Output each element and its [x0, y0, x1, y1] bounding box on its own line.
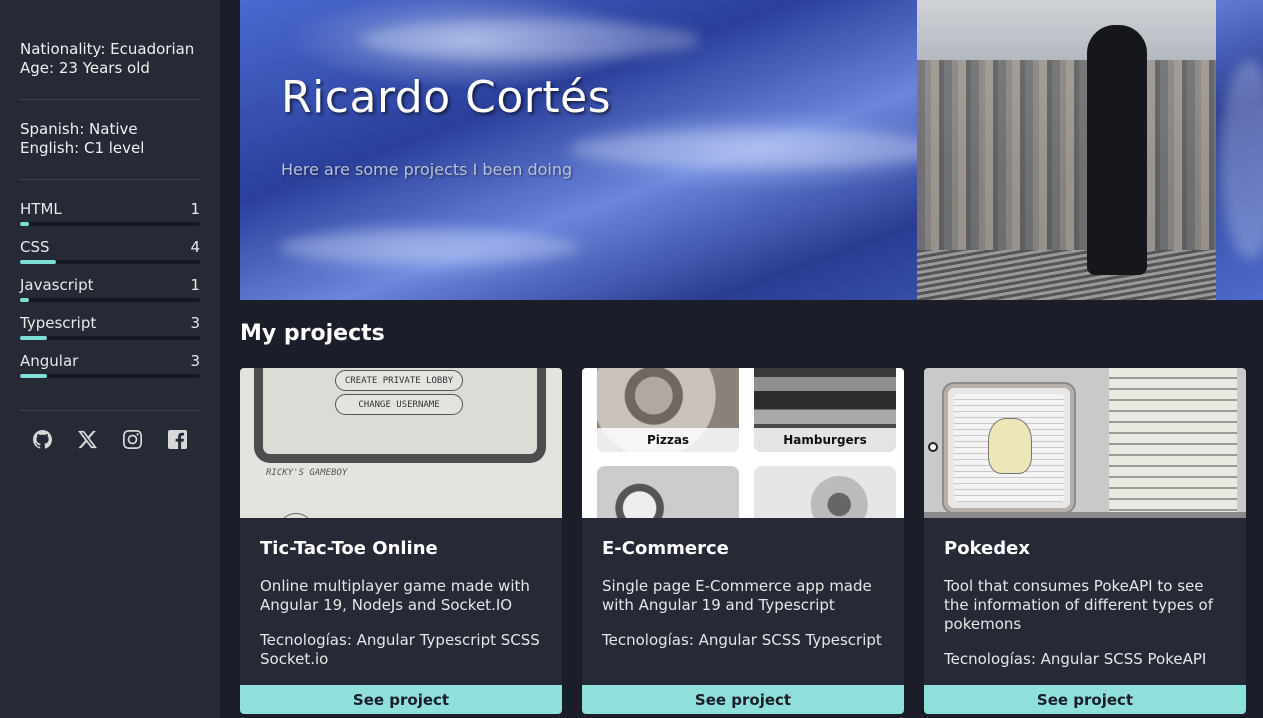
project-card-tic-tac-toe: CREATE PRIVATE LOBBY CHANGE USERNAME RIC…	[240, 368, 562, 714]
personal-info: Nationality: Ecuadorian Age: 23 Years ol…	[20, 40, 200, 78]
skill-bar-fill	[20, 336, 47, 340]
skill-level: 3	[190, 314, 200, 332]
hero-streak	[280, 230, 580, 264]
skill-bar	[20, 336, 200, 340]
food-tile-drinks	[754, 466, 896, 518]
food-tile-label: Hamburgers	[754, 428, 896, 452]
x-icon[interactable]	[78, 430, 97, 449]
hero-subtitle: Here are some projects I been doing	[281, 160, 573, 179]
project-thumbnail	[924, 368, 1246, 518]
skill-name: CSS	[20, 238, 50, 256]
project-card-pokedex: Pokedex Tool that consumes PokeAPI to se…	[924, 368, 1246, 714]
skill-level: 1	[190, 200, 200, 218]
project-title: Tic-Tac-Toe Online	[260, 538, 438, 559]
thumb-bottom-strip	[924, 512, 1246, 518]
skill-item-angular: Angular 3	[20, 352, 200, 390]
skill-bar	[20, 222, 200, 226]
pokemon-list	[1109, 368, 1237, 518]
skill-name: Typescript	[20, 314, 97, 332]
project-title: E-Commerce	[602, 538, 729, 559]
photo-city	[917, 60, 1216, 260]
thumb-create-lobby-button: CREATE PRIVATE LOBBY	[335, 370, 463, 391]
project-thumbnail: CREATE PRIVATE LOBBY CHANGE USERNAME RIC…	[240, 368, 562, 518]
social-links	[20, 430, 200, 449]
thumb-change-username-button: CHANGE USERNAME	[335, 394, 463, 415]
food-tile-label: Pizzas	[597, 428, 739, 452]
photo-person	[1087, 25, 1147, 275]
skill-item-typescript: Typescript 3	[20, 314, 200, 352]
dessert-image	[597, 466, 739, 518]
github-icon[interactable]	[33, 430, 52, 449]
skill-name: Angular	[20, 352, 79, 370]
age-text: Age: 23 Years old	[20, 59, 150, 77]
languages-info: Spanish: Native English: C1 level	[20, 120, 200, 158]
divider	[20, 410, 200, 411]
skill-bar-fill	[20, 374, 47, 378]
skill-bar	[20, 298, 200, 302]
hero-streak	[360, 20, 700, 60]
project-description: Tool that consumes PokeAPI to see the in…	[944, 577, 1213, 633]
projects-title: My projects	[240, 321, 385, 346]
see-project-button[interactable]: See project	[924, 685, 1246, 714]
gameboy-label: RICKY'S GAMEBOY	[266, 468, 348, 478]
skills-list: HTML 1 CSS 4 Javascript 1 Typescript 3 A…	[20, 200, 200, 390]
skill-item-javascript: Javascript 1	[20, 276, 200, 314]
skill-name: HTML	[20, 200, 62, 218]
skill-bar-fill	[20, 260, 56, 264]
project-thumbnail: Pizzas Hamburgers	[582, 368, 904, 518]
project-technologies: Tecnologías: Angular SCSS Typescript	[602, 631, 882, 649]
project-description: Online multiplayer game made with Angula…	[260, 577, 530, 614]
see-project-button[interactable]: See project	[240, 685, 562, 714]
skill-level: 4	[190, 238, 200, 256]
language-english: English: C1 level	[20, 139, 145, 157]
project-title: Pokedex	[944, 538, 1030, 559]
skill-level: 1	[190, 276, 200, 294]
photo-floor	[917, 250, 1216, 300]
skill-bar-fill	[20, 298, 29, 302]
profile-photo	[917, 0, 1216, 300]
hero-name: Ricardo Cortés	[281, 72, 612, 123]
food-tile-desserts	[597, 466, 739, 518]
skill-item-html: HTML 1	[20, 200, 200, 238]
divider	[20, 99, 200, 100]
skill-item-css: CSS 4	[20, 238, 200, 276]
instagram-icon[interactable]	[123, 430, 142, 449]
skill-bar	[20, 374, 200, 378]
facebook-icon[interactable]	[168, 430, 187, 449]
gameboy-dpad	[278, 513, 314, 518]
project-card-ecommerce: Pizzas Hamburgers E-Commerce Single page…	[582, 368, 904, 714]
sidebar: Nationality: Ecuadorian Age: 23 Years ol…	[0, 0, 220, 718]
see-project-button[interactable]: See project	[582, 685, 904, 714]
hero-streak	[1220, 60, 1263, 260]
food-tile-pizzas: Pizzas	[597, 368, 739, 452]
skill-bar-fill	[20, 222, 29, 226]
skill-bar	[20, 260, 200, 264]
hero-streak	[570, 130, 950, 168]
project-description: Single page E-Commerce app made with Ang…	[602, 577, 872, 614]
pokeball-icon	[928, 442, 938, 452]
project-technologies: Tecnologías: Angular Typescript SCSS Soc…	[260, 631, 540, 668]
divider	[20, 179, 200, 180]
pikachu-sprite	[988, 418, 1032, 474]
project-technologies: Tecnologías: Angular SCSS PokeAPI	[944, 650, 1207, 668]
food-tile-hamburgers: Hamburgers	[754, 368, 896, 452]
drinks-image	[754, 466, 896, 518]
hero-banner: Ricardo Cortés Here are some projects I …	[240, 0, 1263, 300]
skill-name: Javascript	[20, 276, 94, 294]
nationality-text: Nationality: Ecuadorian	[20, 40, 195, 58]
skill-level: 3	[190, 352, 200, 370]
language-spanish: Spanish: Native	[20, 120, 138, 138]
